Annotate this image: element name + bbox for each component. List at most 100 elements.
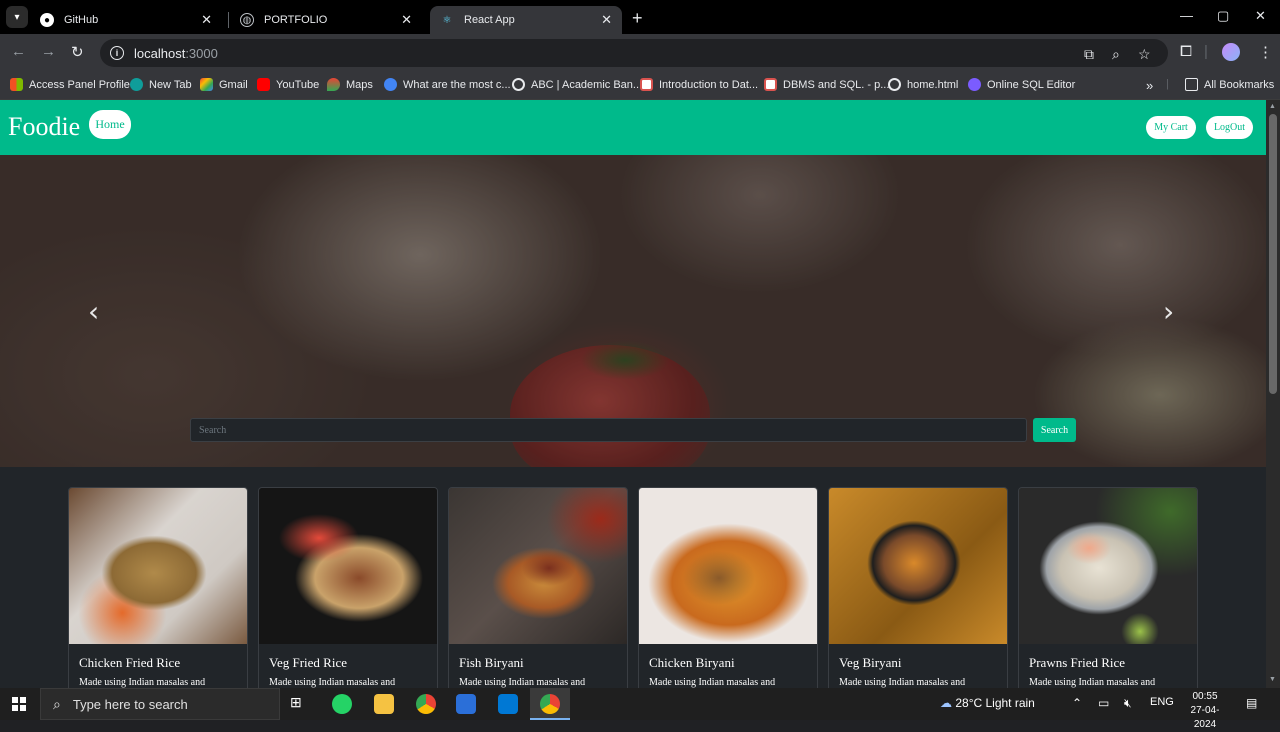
gmail-icon <box>200 78 213 91</box>
food-image <box>449 488 627 644</box>
taskbar-search-input[interactable]: ⌕ Type here to search <box>40 688 280 720</box>
extensions-icon[interactable]: ⧠ <box>1180 43 1192 60</box>
volume-muted-icon[interactable]: 🔇︎ <box>1124 696 1132 711</box>
task-view-icon[interactable]: ⊞ <box>290 694 310 714</box>
bookmarks-divider: | <box>1166 78 1169 90</box>
page-scrollbar[interactable]: ▲ ▼ <box>1266 100 1280 688</box>
globe-icon <box>512 78 525 91</box>
bookmark-intro-data[interactable]: Introduction to Dat... <box>640 78 758 91</box>
tab-portfolio[interactable]: ◍ PORTFOLIO ✕ <box>230 6 422 34</box>
github-icon: ● <box>40 13 54 27</box>
bookmark-label: What are the most c... <box>403 78 511 91</box>
bookmark-what-are[interactable]: What are the most c... <box>384 78 511 91</box>
scroll-thumb[interactable] <box>1269 114 1277 394</box>
back-icon[interactable]: ← <box>11 43 26 60</box>
site-info-icon[interactable]: i <box>110 46 124 60</box>
nav-home-button[interactable]: Home <box>89 110 131 139</box>
food-description: Made using Indian masalas and <box>839 677 966 688</box>
all-bookmarks[interactable]: All Bookmarks <box>1185 78 1274 91</box>
clock-time: 00:55 <box>1192 691 1218 702</box>
food-card[interactable]: Prawns Fried Rice Made using Indian masa… <box>1018 487 1198 688</box>
brand-logo[interactable]: Foodie <box>8 112 80 142</box>
tray-chevron-icon[interactable]: ⌃ <box>1072 696 1082 710</box>
carousel-next-icon[interactable]: › <box>1163 295 1174 328</box>
store-icon[interactable] <box>456 694 476 714</box>
food-title: Veg Biryani <box>839 655 902 670</box>
bookmark-sql-editor[interactable]: Online SQL Editor <box>968 78 1075 91</box>
windows-start-icon[interactable] <box>12 697 26 711</box>
file-explorer-icon[interactable] <box>374 694 394 714</box>
tab-github[interactable]: ● GitHub ✕ <box>30 6 222 34</box>
tab-title: GitHub <box>64 14 99 26</box>
globe-icon: ◍ <box>240 13 254 27</box>
bookmark-label: Online SQL Editor <box>987 78 1076 91</box>
tab-strip: ▾ ● GitHub ✕ ◍ PORTFOLIO ✕ ⚛ React App ✕… <box>0 0 1280 34</box>
food-card[interactable]: Veg Biryani Made using Indian masalas an… <box>828 487 1008 688</box>
bookmark-label: Introduction to Dat... <box>659 78 759 91</box>
tab-search-button[interactable]: ▾ <box>6 6 28 28</box>
bookmark-dbms[interactable]: DBMS and SQL. - p... <box>764 78 889 91</box>
food-description: Made using Indian masalas and <box>79 677 206 688</box>
address-bar[interactable]: i localhost:3000 ⧉ ⌕ ☆ <box>100 39 1168 67</box>
notifications-icon[interactable]: ▤ <box>1246 696 1257 710</box>
search-icon: ⌕ <box>53 695 61 712</box>
search-input[interactable]: Search <box>190 418 1027 442</box>
food-title: Prawns Fried Rice <box>1029 655 1126 670</box>
battery-icon[interactable]: ▭ <box>1098 696 1109 710</box>
bookmark-home-html[interactable]: home.html <box>888 78 958 91</box>
scroll-up-icon[interactable]: ▲ <box>1269 103 1276 110</box>
hero-carousel: ‹ › Search Search <box>0 155 1266 467</box>
language-indicator[interactable]: ENG <box>1150 696 1174 708</box>
bookmark-gmail[interactable]: Gmail <box>200 78 248 91</box>
bookmark-label: ABC | Academic Ban... <box>531 78 643 91</box>
bookmark-abc[interactable]: ABC | Academic Ban... <box>512 78 642 91</box>
bookmark-maps[interactable]: Maps <box>327 78 373 91</box>
bookmarks-overflow-icon[interactable]: » <box>1146 78 1153 93</box>
bookmark-label: Access Panel Profile <box>29 78 130 91</box>
new-tab-button[interactable]: + <box>632 8 643 29</box>
globe-icon <box>888 78 901 91</box>
window-close-icon[interactable]: ✕ <box>1255 8 1266 24</box>
my-cart-button[interactable]: My Cart <box>1146 116 1196 139</box>
chrome-icon[interactable] <box>416 694 436 714</box>
bookmark-new-tab[interactable]: New Tab <box>130 78 192 91</box>
food-card[interactable]: Chicken Biryani Made using Indian masala… <box>638 487 818 688</box>
food-card[interactable]: Veg Fried Rice Made using Indian masalas… <box>258 487 438 688</box>
maximize-icon[interactable]: ▢ <box>1217 8 1229 24</box>
search-button[interactable]: Search <box>1033 418 1076 442</box>
food-card[interactable]: Chicken Fried Rice Made using Indian mas… <box>68 487 248 688</box>
food-title: Veg Fried Rice <box>269 655 347 670</box>
reload-icon[interactable]: ↻ <box>71 43 84 61</box>
zoom-icon[interactable]: ⌕ <box>1112 46 1120 63</box>
carousel-prev-icon[interactable]: ‹ <box>88 295 99 328</box>
vscode-icon[interactable] <box>498 694 518 714</box>
profile-avatar[interactable] <box>1222 43 1240 61</box>
forward-icon[interactable]: → <box>41 43 56 60</box>
browser-toolbar: ← → ↻ i localhost:3000 ⧉ ⌕ ☆ ⧠ | ⋮ <box>0 34 1280 72</box>
logout-button[interactable]: LogOut <box>1206 116 1253 139</box>
bookmark-youtube[interactable]: YouTube <box>257 78 319 91</box>
bookmark-access-panel[interactable]: Access Panel Profile <box>10 78 130 91</box>
food-title: Fish Biryani <box>459 655 524 670</box>
bookmark-star-icon[interactable]: ☆ <box>1138 46 1151 63</box>
scroll-down-icon[interactable]: ▼ <box>1269 676 1276 683</box>
whatsapp-icon[interactable] <box>332 694 352 714</box>
food-image <box>69 488 247 644</box>
page-viewport: Foodie Home My Cart LogOut ‹ › Search Se… <box>0 100 1266 688</box>
tab-divider <box>228 12 229 28</box>
install-app-icon[interactable]: ⧉ <box>1084 46 1094 63</box>
close-icon[interactable]: ✕ <box>601 12 612 28</box>
food-card[interactable]: Fish Biryani Made using Indian masalas a… <box>448 487 628 688</box>
weather-widget[interactable]: ☁ 28°C Light rain <box>940 696 1035 710</box>
clock-date: 27-04-2024 <box>1190 705 1220 730</box>
minimize-icon[interactable]: — <box>1180 8 1193 23</box>
clock[interactable]: 00:55 27-04-2024 <box>1180 690 1230 732</box>
tab-title: PORTFOLIO <box>264 14 328 26</box>
menu-kebab-icon[interactable]: ⋮ <box>1258 43 1273 61</box>
windows-taskbar: ⌕ Type here to search ⊞ ☁ 28°C Light rai… <box>0 688 1280 730</box>
close-icon[interactable]: ✕ <box>201 12 212 28</box>
food-description: Made using Indian masalas and <box>459 677 586 688</box>
tab-react-app[interactable]: ⚛ React App ✕ <box>430 6 622 34</box>
close-icon[interactable]: ✕ <box>401 12 412 28</box>
food-description: Made using Indian masalas and <box>269 677 396 688</box>
